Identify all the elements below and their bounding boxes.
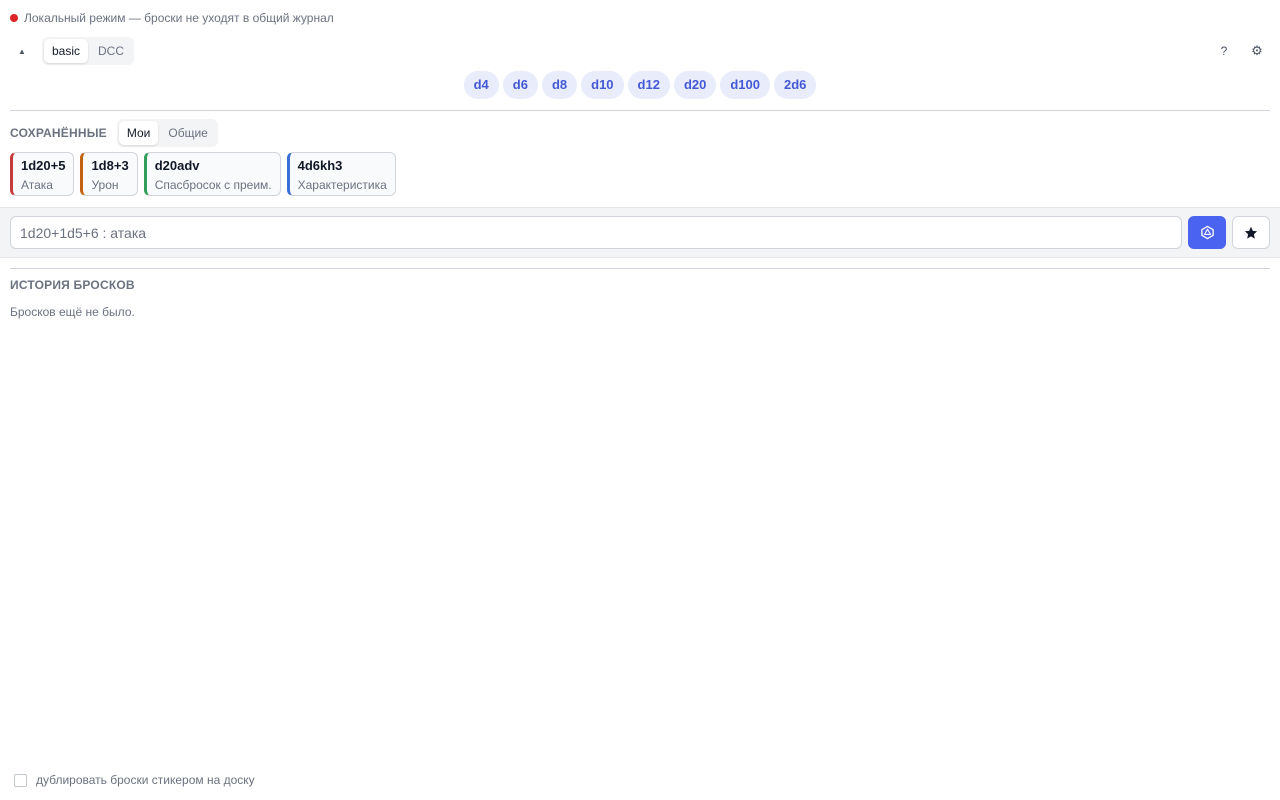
divider	[10, 110, 1270, 111]
connection-status: Локальный режим — броски не уходят в общ…	[10, 11, 334, 25]
mode-basic-button[interactable]: basic	[44, 39, 89, 63]
gear-icon: ⚙	[1251, 43, 1263, 58]
saved-roll-card[interactable]: 1d8+3 Урон	[80, 152, 138, 196]
status-text: Локальный режим — броски не уходят в общ…	[24, 11, 334, 25]
die-button-d12[interactable]: d12	[627, 71, 670, 99]
star-icon	[1244, 226, 1258, 239]
duplicate-sticker-checkbox[interactable]	[14, 773, 27, 787]
saved-roll-formula: 4d6kh3	[297, 158, 343, 173]
die-button-d6[interactable]: d6	[502, 71, 538, 99]
die-button-2d6[interactable]: 2d6	[773, 71, 817, 99]
saved-roll-card[interactable]: 1d20+5 Атака	[10, 152, 75, 196]
collapse-button[interactable]: ▲	[10, 37, 34, 65]
die-button-d10[interactable]: d10	[581, 71, 624, 99]
roll-formula-input[interactable]	[10, 216, 1182, 249]
save-roll-button[interactable]	[1232, 216, 1270, 249]
dice-roller-panel: Локальный режим — броски не уходят в общ…	[0, 0, 1280, 800]
tab-shared[interactable]: Общие	[160, 121, 215, 145]
top-toolbar: ▲ basic DCC ? ⚙	[10, 37, 1270, 65]
history-empty-text: Бросков ещё не было.	[10, 305, 135, 319]
saved-rolls-list: 1d20+5 Атака 1d8+3 Урон d20adv Спасбросо…	[10, 152, 396, 196]
saved-roll-label: Спасбросок с преим.	[154, 178, 272, 192]
die-button-d100[interactable]: d100	[720, 71, 770, 99]
duplicate-sticker-option: дублировать броски стикером на доску	[14, 773, 255, 787]
roll-input-bar	[0, 207, 1280, 258]
status-dot-icon	[10, 14, 18, 22]
mode-dcc-button[interactable]: DCC	[90, 39, 132, 63]
saved-roll-label: Атака	[21, 178, 53, 192]
saved-roll-card[interactable]: 4d6kh3 Характеристика	[286, 152, 396, 196]
roll-button[interactable]	[1188, 216, 1226, 249]
saved-roll-formula: 1d8+3	[91, 158, 129, 173]
saved-header: СОХРАНЁННЫЕ Мои Общие	[10, 119, 218, 147]
die-button-d4[interactable]: d4	[463, 71, 499, 99]
saved-title: СОХРАНЁННЫЕ	[10, 126, 107, 140]
mode-switch: basic DCC	[42, 37, 135, 65]
question-mark-icon: ?	[1220, 44, 1228, 58]
duplicate-sticker-label[interactable]: дублировать броски стикером на доску	[36, 773, 255, 787]
die-button-d8[interactable]: d8	[541, 71, 578, 99]
divider	[10, 268, 1270, 269]
history-title: ИСТОРИЯ БРОСКОВ	[10, 278, 135, 292]
saved-roll-label: Характеристика	[297, 178, 387, 192]
saved-roll-formula: d20adv	[154, 158, 200, 173]
saved-roll-label: Урон	[91, 178, 119, 192]
saved-roll-formula: 1d20+5	[21, 158, 66, 173]
saved-tabs: Мои Общие	[116, 119, 218, 147]
dice-icon	[1200, 225, 1214, 240]
die-button-d20[interactable]: d20	[673, 71, 717, 99]
settings-button[interactable]: ⚙	[1244, 37, 1270, 65]
tab-mine[interactable]: Мои	[118, 121, 159, 145]
triangle-up-icon: ▲	[18, 46, 26, 56]
saved-roll-card[interactable]: d20adv Спасбросок с преим.	[143, 152, 281, 196]
help-button[interactable]: ?	[1211, 37, 1237, 65]
dice-quick-buttons: d4 d6 d8 d10 d12 d20 d100 2d6	[0, 71, 1280, 99]
